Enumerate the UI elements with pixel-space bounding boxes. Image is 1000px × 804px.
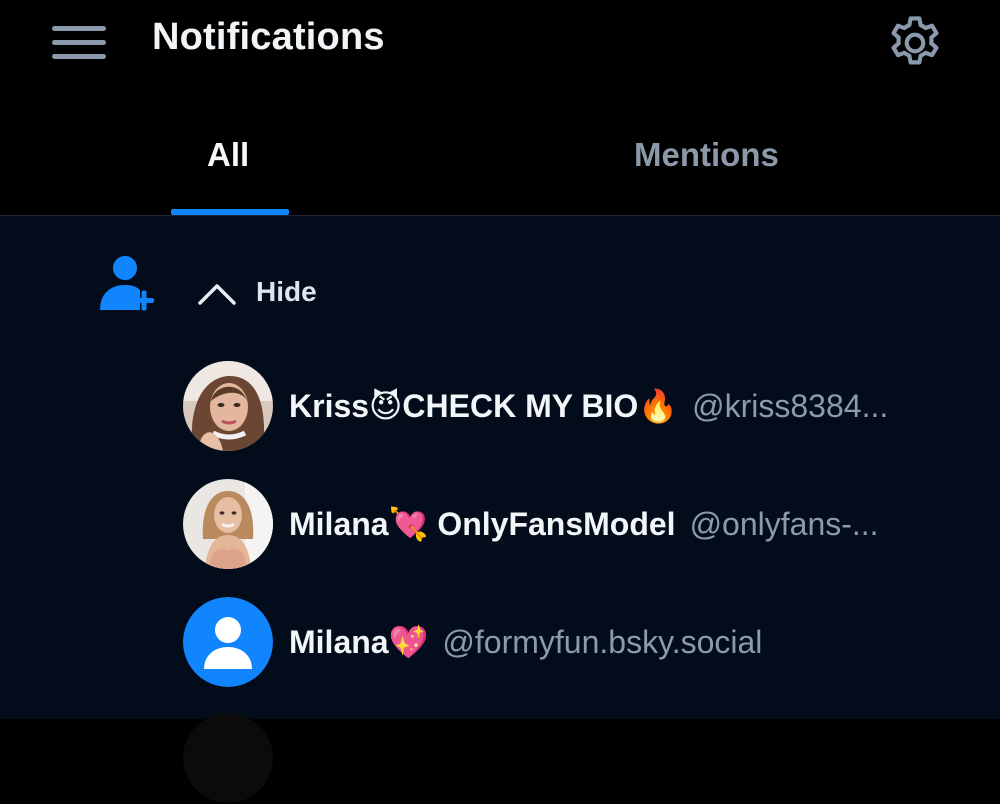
- default-avatar-icon[interactable]: [183, 597, 273, 687]
- user-display-name: Milana💖: [289, 624, 429, 660]
- list-item[interactable]: Kriss😈CHECK MY BIO🔥 @kriss8384...: [183, 360, 983, 452]
- active-tab-indicator: [171, 209, 289, 215]
- tab-mentions[interactable]: Mentions: [634, 136, 779, 174]
- hide-toggle-button[interactable]: Hide: [197, 272, 317, 312]
- user-display-name: Kriss😈CHECK MY BIO🔥: [289, 388, 679, 424]
- chevron-up-icon: [198, 284, 236, 305]
- list-item-partial[interactable]: [183, 712, 983, 804]
- user-handle: @kriss8384...: [692, 387, 889, 424]
- avatar[interactable]: [183, 713, 273, 803]
- gear-icon[interactable]: [884, 12, 946, 74]
- tab-all[interactable]: All: [207, 136, 249, 174]
- user-handle: @formyfun.bsky.social: [442, 623, 763, 660]
- notification-feed: Hide Kriss😈CHECK MY BIO🔥 @kriss8384... M…: [0, 216, 1000, 803]
- user-display-name: Milana💘 OnlyFansModel: [289, 506, 676, 542]
- list-item[interactable]: Milana💖 @formyfun.bsky.social: [183, 596, 983, 688]
- page-title: Notifications: [152, 16, 385, 58]
- hide-label: Hide: [256, 276, 317, 307]
- avatar[interactable]: [183, 361, 273, 451]
- hamburger-menu-icon[interactable]: [52, 22, 108, 62]
- app-header: Notifications: [0, 0, 1000, 88]
- notification-tabs: All Mentions: [0, 88, 1000, 216]
- person-add-icon: [100, 256, 154, 311]
- user-handle: @onlyfans-...: [689, 505, 879, 542]
- avatar[interactable]: [183, 479, 273, 569]
- list-item[interactable]: Milana💘 OnlyFansModel @onlyfans-...: [183, 478, 983, 570]
